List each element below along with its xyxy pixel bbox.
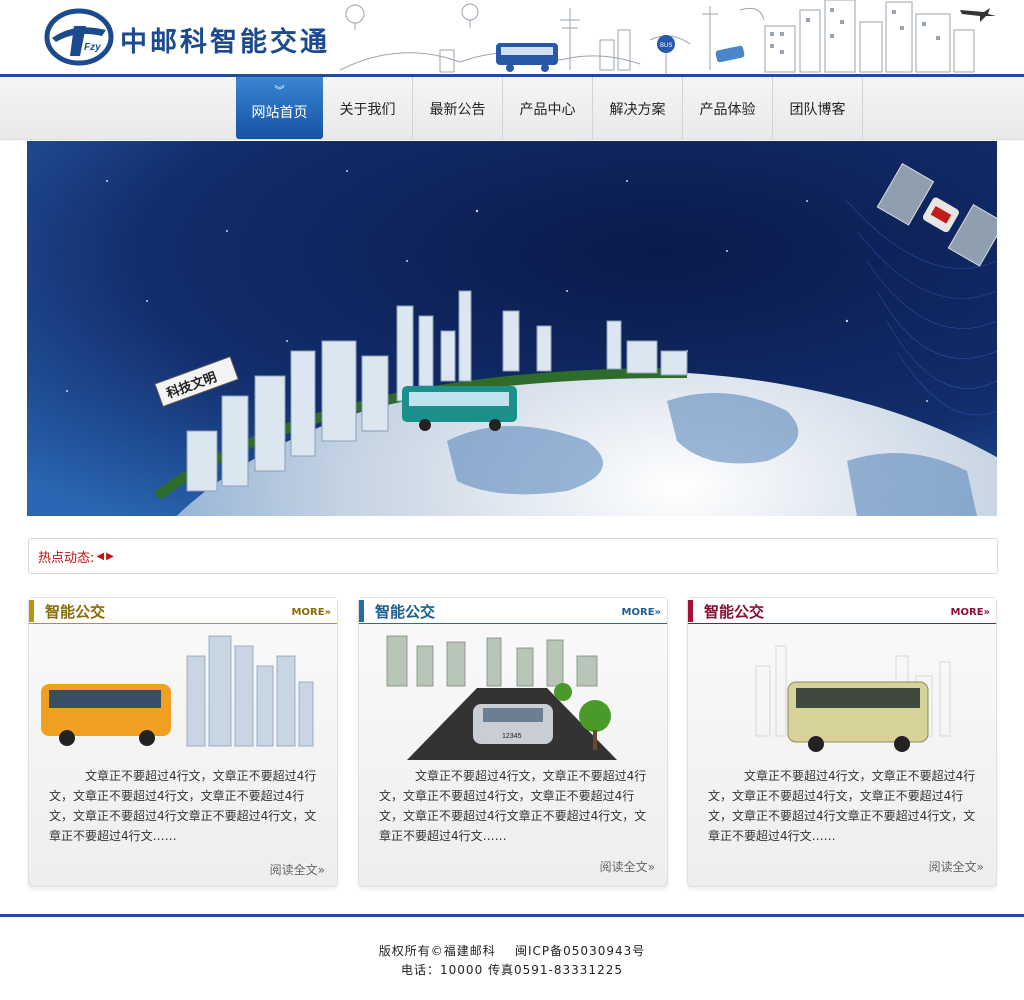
nav-item-home[interactable]: ︾ 网站首页	[236, 77, 323, 139]
card-title: 智能公交	[375, 603, 436, 621]
double-chevron-right-icon: »	[324, 607, 331, 618]
nav-item-label: 网站首页	[251, 105, 308, 121]
more-link[interactable]: MORE»	[292, 607, 331, 618]
nav-item-label: 产品体验	[699, 101, 756, 118]
card-accent-bar	[29, 600, 34, 622]
copyright-line: 版权所有©福建邮科 闽ICP备05030943号	[378, 944, 646, 958]
nav-item-announcements[interactable]: 最新公告	[413, 77, 503, 140]
double-chevron-right-icon: »	[317, 863, 325, 877]
card-body-text: 文章正不要超过4行文，文章正不要超过4行文，文章正不要超过4行文，文章正不要超过…	[379, 769, 647, 843]
bus-with-city-image	[41, 635, 314, 747]
hot-news-bar: 热点动态: ◀▶	[28, 538, 998, 574]
nav-item-experience[interactable]: 产品体验	[683, 77, 773, 140]
triangle-left-icon[interactable]: ◀	[96, 551, 106, 562]
card-title: 智能公交	[45, 603, 106, 621]
bus-icon	[787, 681, 929, 752]
coach-bus-image	[755, 645, 951, 752]
read-more-link[interactable]: 阅读全文»	[270, 861, 325, 878]
logo-text: 中邮科智能交通	[120, 27, 330, 58]
bus-icon	[41, 684, 171, 746]
card-header: 智能公交 MORE»	[29, 598, 337, 624]
card-accent-bar	[688, 600, 693, 622]
double-chevron-right-icon: »	[976, 860, 984, 874]
svg-text:BUS: BUS	[660, 43, 672, 49]
city-skyline-illustration: BUS	[340, 0, 996, 74]
card-header: 智能公交 MORE»	[359, 598, 667, 624]
nav-item-products[interactable]: 产品中心	[503, 77, 593, 140]
card-accent-bar	[359, 600, 364, 622]
nav-item-label: 关于我们	[339, 101, 396, 118]
card-title: 智能公交	[704, 603, 765, 621]
hot-news-label: 热点动态:	[38, 550, 95, 566]
banner-illustration: 科技文明	[27, 141, 997, 516]
svg-text:12345: 12345	[502, 733, 522, 740]
logo-icon[interactable]: Fzy	[44, 8, 114, 66]
double-chevron-right-icon: »	[654, 607, 661, 618]
taxi-road-image: 12345	[386, 635, 617, 760]
double-chevron-down-icon: ︾	[274, 86, 285, 97]
site-header: Fzy 中邮科智能交通 BUS	[0, 0, 1024, 77]
bus-stop-sign-icon: BUS	[657, 35, 675, 74]
card-smart-bus-3: 智能公交 MORE» 文章正不要超过4行文，文章正不要超过4行文，文章正不要超过…	[687, 597, 997, 887]
nav-item-label: 产品中心	[519, 101, 576, 118]
hero-banner: 科技文明	[27, 141, 997, 516]
card-smart-bus-2: 智能公交 MORE» 12345 文章正不要超过4行文，文章正不要超过4行文，文…	[358, 597, 668, 887]
double-chevron-right-icon: »	[647, 860, 655, 874]
card-header: 智能公交 MORE»	[688, 598, 996, 624]
read-more-link[interactable]: 阅读全文»	[600, 858, 655, 875]
card-body-text: 文章正不要超过4行文，文章正不要超过4行文，文章正不要超过4行文，文章正不要超过…	[49, 769, 317, 843]
nav-item-about[interactable]: 关于我们	[323, 77, 413, 140]
main-navigation: ︾ 网站首页 关于我们 最新公告 产品中心 解决方案 产品体验 团队博客	[0, 77, 1024, 140]
contact-line: 电话：10000 传真0591-83331225	[401, 963, 623, 977]
nav-item-label: 解决方案	[609, 101, 666, 118]
footer-divider	[0, 914, 1024, 917]
nav-item-label: 团队博客	[789, 101, 846, 118]
airplane-icon	[960, 8, 996, 22]
more-link[interactable]: MORE»	[622, 607, 661, 618]
car-icon: 12345	[473, 704, 553, 744]
read-more-link[interactable]: 阅读全文»	[929, 858, 984, 875]
double-chevron-right-icon: »	[983, 607, 990, 618]
nav-item-blog[interactable]: 团队博客	[773, 77, 863, 140]
more-link[interactable]: MORE»	[951, 607, 990, 618]
triangle-right-icon[interactable]: ▶	[106, 551, 116, 562]
card-body-text: 文章正不要超过4行文，文章正不要超过4行文，文章正不要超过4行文，文章正不要超过…	[708, 769, 976, 843]
nav-item-solutions[interactable]: 解决方案	[593, 77, 683, 140]
car-icon	[715, 45, 745, 63]
site-footer: 版权所有©福建邮科 闽ICP备05030943号 电话：10000 传真0591…	[0, 942, 1024, 980]
logo-initials: Fzy	[84, 42, 101, 53]
card-smart-bus-1: 智能公交 MORE» 文章正不要超过4行文，文章正不要超过4行文，文章正不要超过…	[28, 597, 338, 887]
bus-icon	[496, 43, 558, 72]
nav-item-label: 最新公告	[429, 101, 486, 118]
